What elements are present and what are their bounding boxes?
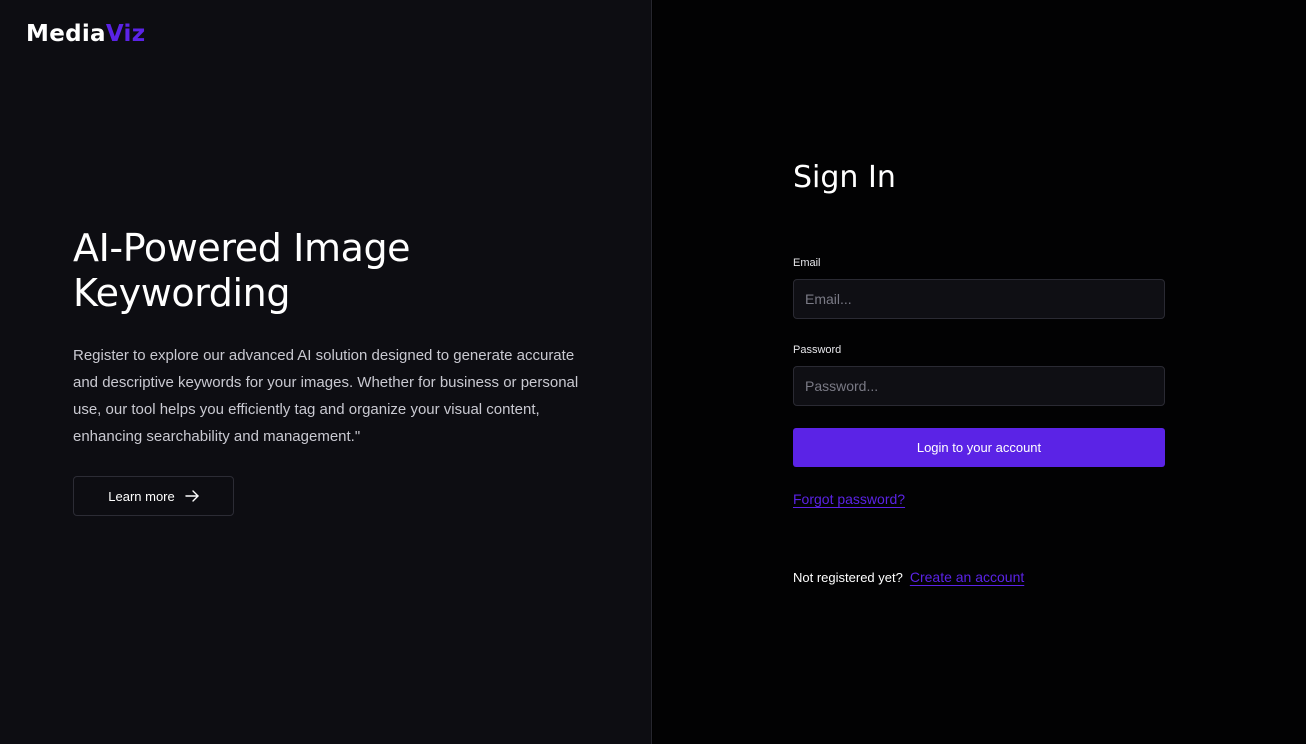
logo-text-primary: Media — [26, 21, 106, 47]
email-label: Email — [793, 257, 821, 269]
register-row: Not registered yet? Create an account — [793, 569, 1024, 585]
learn-more-button[interactable]: Learn more — [73, 476, 234, 516]
login-button[interactable]: Login to your account — [793, 428, 1165, 467]
email-field[interactable] — [793, 279, 1165, 319]
password-label: Password — [793, 344, 842, 356]
signin-panel: Sign In Email Password Login to your acc… — [653, 0, 1306, 744]
learn-more-label: Learn more — [108, 488, 175, 504]
not-registered-text: Not registered yet? — [793, 570, 903, 585]
logo[interactable]: MediaViz — [26, 21, 145, 47]
signin-title: Sign In — [793, 160, 896, 195]
create-account-link[interactable]: Create an account — [910, 569, 1024, 585]
hero-description: Register to explore our advanced AI solu… — [73, 347, 579, 445]
arrow-right-icon — [185, 490, 199, 502]
forgot-password-link[interactable]: Forgot password? — [793, 491, 905, 507]
left-panel: MediaViz AI-Powered Image Keywording Reg… — [0, 0, 652, 744]
password-field[interactable] — [793, 366, 1165, 406]
hero-title: AI-Powered Image Keywording — [73, 226, 411, 315]
logo-text-accent: Viz — [105, 21, 146, 47]
